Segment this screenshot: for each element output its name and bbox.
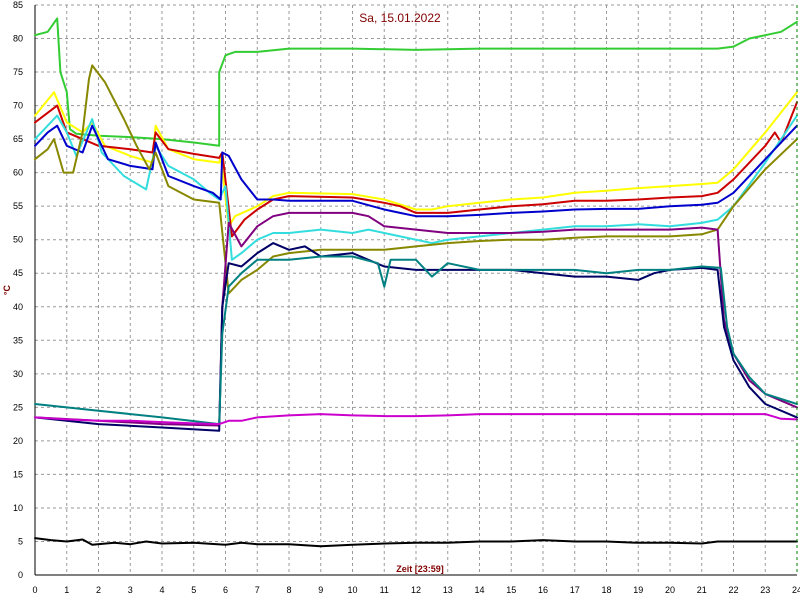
- x-tick-label: 24: [792, 585, 800, 595]
- x-tick-label: 2: [96, 585, 101, 595]
- y-tick-label: 75: [13, 67, 23, 77]
- x-tick-label: 16: [538, 585, 548, 595]
- x-tick-label: 12: [411, 585, 421, 595]
- y-tick-label: 0: [18, 570, 23, 580]
- line-chart: 0510152025303540455055606570758085 01234…: [0, 0, 800, 600]
- x-tick-label: 15: [506, 585, 516, 595]
- y-tick-label: 55: [13, 201, 23, 211]
- x-tick-label: 23: [760, 585, 770, 595]
- y-tick-label: 60: [13, 168, 23, 178]
- y-tick-label: 30: [13, 369, 23, 379]
- x-tick-label: 9: [318, 585, 323, 595]
- x-axis-label: Zeit [23:59]: [396, 564, 444, 574]
- x-tick-label: 22: [728, 585, 738, 595]
- x-tick-label: 10: [347, 585, 357, 595]
- x-tick-label: 1: [64, 585, 69, 595]
- y-tick-label: 80: [13, 34, 23, 44]
- x-tick-label: 6: [223, 585, 228, 595]
- x-tick-label: 13: [443, 585, 453, 595]
- x-tick-label: 8: [286, 585, 291, 595]
- y-tick-label: 50: [13, 235, 23, 245]
- x-tick-label: 18: [601, 585, 611, 595]
- y-tick-label: 10: [13, 503, 23, 513]
- y-tick-label: 25: [13, 402, 23, 412]
- y-tick-label: 5: [18, 536, 23, 546]
- y-tick-label: 45: [13, 268, 23, 278]
- y-tick-label: 70: [13, 101, 23, 111]
- x-tick-label: 14: [474, 585, 484, 595]
- y-axis-label: °C: [2, 284, 12, 295]
- x-tick-label: 11: [380, 585, 389, 595]
- chart-title: Sa, 15.01.2022: [359, 11, 441, 25]
- x-tick-label: 0: [32, 585, 37, 595]
- x-tick-label: 20: [665, 585, 675, 595]
- y-tick-label: 40: [13, 302, 23, 312]
- y-tick-label: 65: [13, 134, 23, 144]
- y-tick-label: 35: [13, 335, 23, 345]
- x-tick-label: 5: [191, 585, 196, 595]
- y-tick-label: 15: [13, 469, 23, 479]
- x-tick-label: 3: [128, 585, 133, 595]
- x-tick-label: 4: [159, 585, 164, 595]
- x-tick-label: 7: [255, 585, 260, 595]
- y-tick-label: 20: [13, 436, 23, 446]
- x-tick-label: 19: [633, 585, 643, 595]
- x-tick-label: 17: [570, 585, 580, 595]
- x-tick-label: 21: [697, 585, 707, 595]
- y-tick-label: 85: [13, 0, 23, 10]
- chart-background: [0, 0, 800, 600]
